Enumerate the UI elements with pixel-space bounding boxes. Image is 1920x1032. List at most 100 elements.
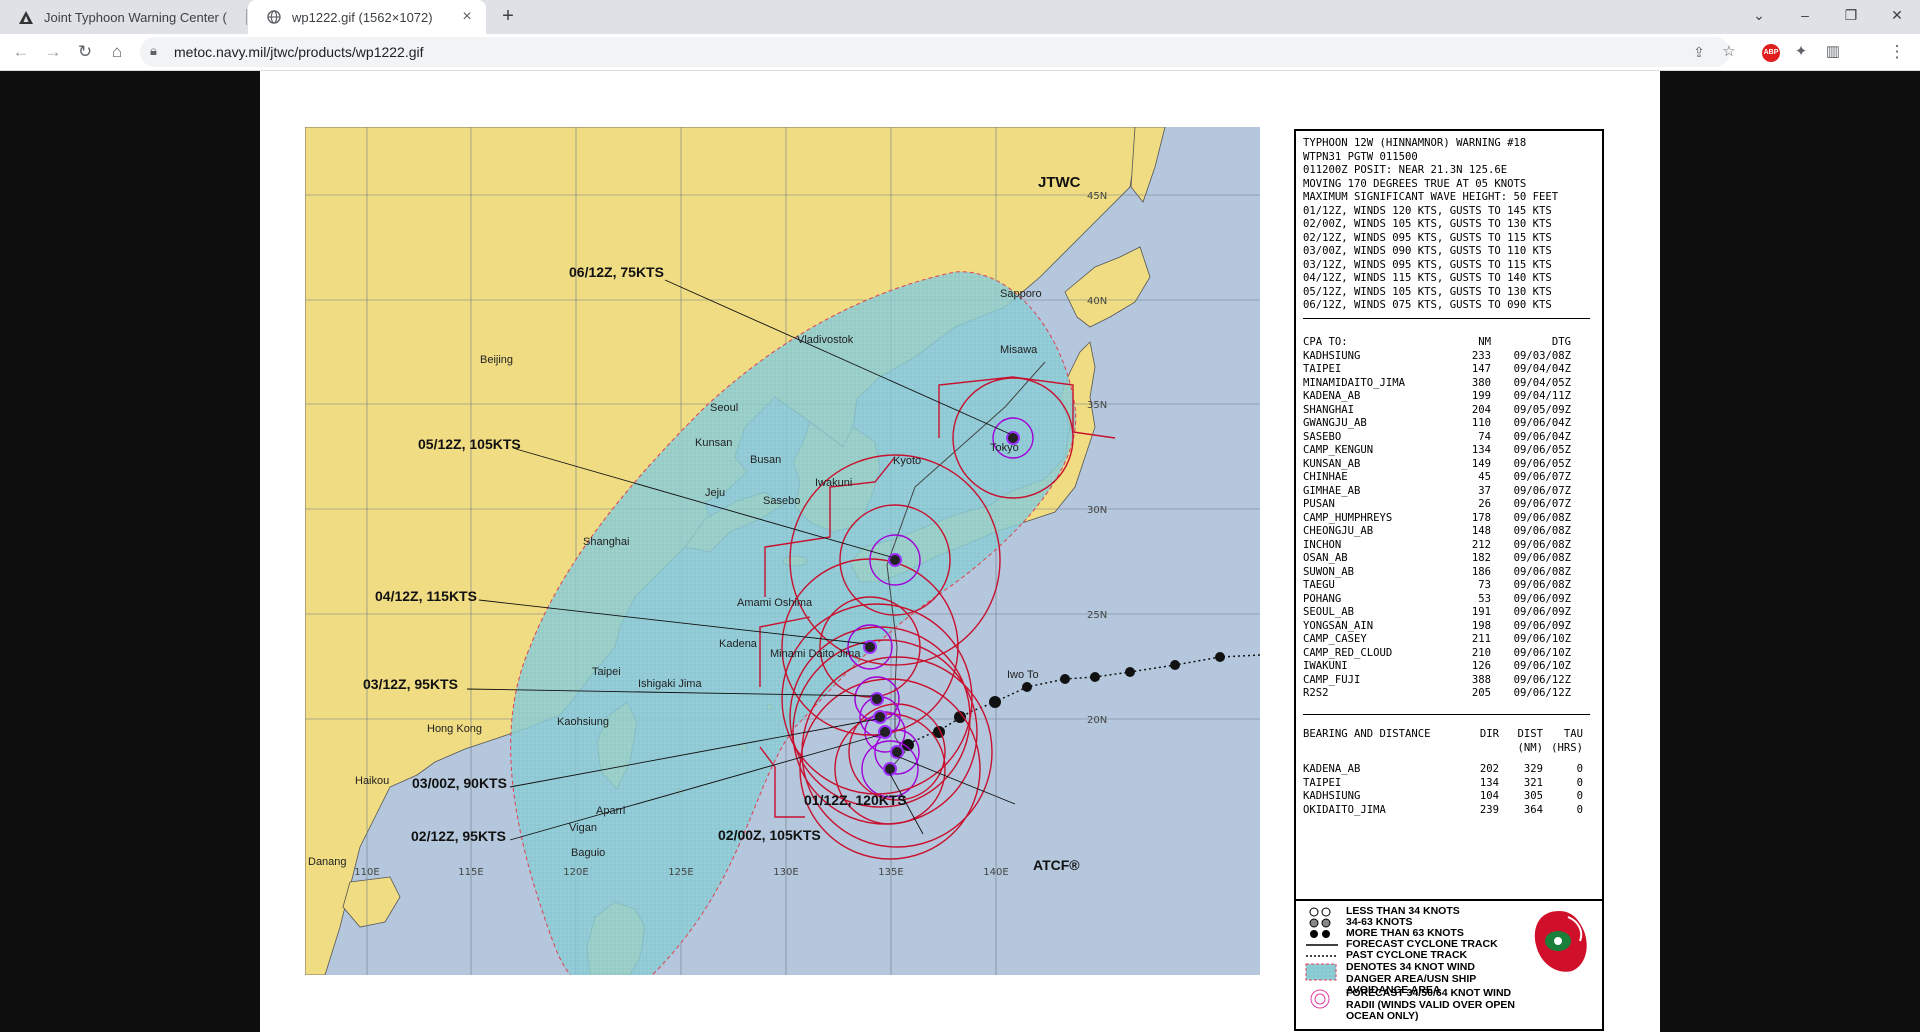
atcf-label: ATCF® <box>1033 857 1080 873</box>
svg-text:125E: 125E <box>668 867 693 878</box>
warning-graphic: 45N 40N 35N 30N 25N 20N 45N 40N 35N 30N … <box>260 71 1660 1032</box>
extensions-puzzle-icon[interactable]: ✦ <box>1788 39 1814 65</box>
bearing-row: TAIPEI 134 321 0 <box>1303 776 1583 789</box>
warning-header-line: 03/12Z, WINDS 095 KTS, GUSTS TO 115 KTS <box>1303 258 1552 271</box>
bearing-row: OKIDAITO_JIMA 239 364 0 <box>1303 803 1583 816</box>
city-iwakuni: Iwakuni <box>815 477 852 489</box>
cpa-row: OSAN_AB 182 09/06/08Z <box>1303 552 1571 564</box>
warning-header-block: TYPHOON 12W (HINNAMNOR) WARNING #18 WTPN3… <box>1303 137 1596 313</box>
warning-header-line: TYPHOON 12W (HINNAMNOR) WARNING #18 <box>1303 137 1527 149</box>
svg-text:110E: 110E <box>354 867 379 878</box>
warning-header-line: 02/00Z, WINDS 105 KTS, GUSTS TO 130 KTS <box>1303 218 1552 230</box>
warning-header-line: MAXIMUM SIGNIFICANT WAVE HEIGHT: 50 FEET <box>1303 191 1559 203</box>
bd-header: BEARING AND DISTANCE DIR DIST TAU <box>1303 728 1583 740</box>
svg-text:25N: 25N <box>1087 610 1107 621</box>
home-button[interactable]: ⌂ <box>104 39 130 65</box>
cpa-row: CAMP_CASEY 211 09/06/10Z <box>1303 633 1571 645</box>
city-misawa: Misawa <box>1000 344 1038 356</box>
cpa-row: GIMHAE_AB 37 09/06/07Z <box>1303 484 1571 497</box>
bd-subheader: (NM) (HRS) <box>1517 741 1583 754</box>
address-bar[interactable]: 🔒︎ metoc.navy.mil/jtwc/products/wp1222.g… <box>140 37 1730 67</box>
cpa-row: GWANGJU_AB 110 09/06/04Z <box>1303 417 1571 429</box>
svg-text:135E: 135E <box>878 867 903 878</box>
warning-header-line: 011200Z POSIT: NEAR 21.3N 125.6E <box>1303 164 1508 176</box>
cpa-row: PUSAN 26 09/06/07Z <box>1303 498 1571 510</box>
cpa-row: CHINHAE 45 09/06/07Z <box>1303 471 1571 483</box>
city-kadena: Kadena <box>719 638 758 650</box>
cpa-row: CAMP_KENGUN 134 09/06/05Z <box>1303 444 1571 456</box>
cpa-row: SEOUL_AB 191 09/06/09Z <box>1303 606 1571 618</box>
city-ishigaki: Ishigaki Jima <box>638 678 702 690</box>
cpa-header: CPA TO: NM DTG <box>1303 336 1571 348</box>
city-tokyo: Tokyo <box>990 442 1019 454</box>
divider <box>1303 714 1590 715</box>
cpa-row: CAMP_RED_CLOUD 210 09/06/10Z <box>1303 646 1571 659</box>
svg-text:30N: 30N <box>1087 505 1107 516</box>
label-04-12z: 04/12Z, 115KTS <box>375 588 477 604</box>
svg-text:40N: 40N <box>1087 296 1107 307</box>
browser-toolbar: ← → ↻ ⌂ 🔒︎ metoc.navy.mil/jtwc/products/… <box>0 34 1920 71</box>
reload-button[interactable]: ↻ <box>72 39 98 65</box>
city-baguio: Baguio <box>571 847 605 859</box>
hatched-area-icon <box>1305 963 1337 981</box>
wind-radii-icon <box>1310 989 1330 1009</box>
warning-header-line: 03/00Z, WINDS 090 KTS, GUSTS TO 110 KTS <box>1303 245 1552 257</box>
tab-wp1222[interactable]: wp1222.gif (1562×1072) × <box>248 0 486 34</box>
warning-text-panel: TYPHOON 12W (HINNAMNOR) WARNING #18 WTPN3… <box>1294 129 1604 933</box>
city-haikou: Haikou <box>355 775 389 787</box>
back-button[interactable]: ← <box>8 39 34 65</box>
tab-divider <box>246 9 247 25</box>
menu-kebab-icon[interactable]: ⋮ <box>1884 39 1910 65</box>
city-jeju: Jeju <box>705 487 725 499</box>
city-busan: Busan <box>750 454 781 466</box>
city-vladivostok: Vladivostok <box>797 334 854 346</box>
close-tab-icon[interactable]: × <box>458 8 476 26</box>
svg-text:130E: 130E <box>773 867 798 878</box>
tab-search-icon[interactable]: ⌄ <box>1736 0 1782 30</box>
minimize-button[interactable]: – <box>1782 0 1828 30</box>
cpa-row: POHANG 53 09/06/09Z <box>1303 592 1571 605</box>
city-shanghai: Shanghai <box>583 536 630 548</box>
city-seoul: Seoul <box>710 402 738 414</box>
city-kunsan: Kunsan <box>695 437 732 449</box>
cpa-row: TAEGU 73 09/06/08Z <box>1303 579 1571 591</box>
warning-header-line: 01/12Z, WINDS 120 KTS, GUSTS TO 145 KTS <box>1303 204 1552 217</box>
bearing-row: KADHSIUNG 104 305 0 <box>1303 790 1583 802</box>
svg-text:35N: 35N <box>1087 400 1107 411</box>
tab-title: Joint Typhoon Warning Center ( <box>44 9 227 25</box>
cpa-block: CPA TO: NM DTG KADHSIUNG 233 09/03/08Z TAIP… <box>1303 336 1596 701</box>
label-01-12z: 01/12Z, 120KTS <box>804 792 907 808</box>
restore-button[interactable]: ❐ <box>1828 0 1874 30</box>
cpa-row: CAMP_FUJI 388 09/06/12Z <box>1303 673 1571 686</box>
cpa-row: KADENA_AB 199 09/04/11Z <box>1303 390 1571 402</box>
cpa-row: SASEBO 74 09/06/04Z <box>1303 430 1571 443</box>
tab-jtwc[interactable]: Joint Typhoon Warning Center ( <box>0 0 246 34</box>
side-panel-icon[interactable]: ▥ <box>1820 39 1846 65</box>
city-danang: Danang <box>308 856 347 868</box>
warning-header-line: WTPN31 PGTW 011500 <box>1303 150 1418 163</box>
cpa-row: SUWON_AB 186 09/06/08Z <box>1303 565 1571 578</box>
svg-text:115E: 115E <box>458 867 483 878</box>
forward-button[interactable]: → <box>40 39 66 65</box>
bookmark-star-icon[interactable]: ☆ <box>1716 39 1742 65</box>
map-canvas: 45N 40N 35N 30N 25N 20N 45N 40N 35N 30N … <box>305 127 1260 975</box>
label-03-12z: 03/12Z, 95KTS <box>363 676 458 692</box>
jtwc-typhoon-seal-icon <box>1534 911 1587 972</box>
close-window-button[interactable]: ✕ <box>1874 0 1920 30</box>
new-tab-button[interactable]: + <box>496 5 520 29</box>
share-icon[interactable]: ⇪ <box>1686 39 1712 65</box>
label-06-12z: 06/12Z, 75KTS <box>569 264 664 280</box>
tab-title: wp1222.gif (1562×1072) <box>292 9 433 25</box>
city-aparri: Aparri <box>596 805 625 817</box>
adblock-extension-icon[interactable]: ABP <box>1762 44 1780 62</box>
warning-header-line: 05/12Z, WINDS 105 KTS, GUSTS TO 130 KTS <box>1303 285 1552 298</box>
warning-header-line: 02/12Z, WINDS 095 KTS, GUSTS TO 115 KTS <box>1303 231 1552 244</box>
city-kyoto: Kyoto <box>893 455 921 467</box>
page-viewport: 45N 40N 35N 30N 25N 20N 45N 40N 35N 30N … <box>0 71 1920 1032</box>
bearing-row: KADENA_AB 202 329 0 <box>1303 763 1583 775</box>
svg-text:20N: 20N <box>1087 715 1107 726</box>
cpa-row: YONGSAN_AIN 198 09/06/09Z <box>1303 619 1571 632</box>
jtwc-triangle-icon <box>18 9 34 25</box>
cpa-row: CAMP_HUMPHREYS 178 09/06/08Z <box>1303 511 1571 524</box>
tab-strip: Joint Typhoon Warning Center ( wp1222.gi… <box>0 0 1920 34</box>
